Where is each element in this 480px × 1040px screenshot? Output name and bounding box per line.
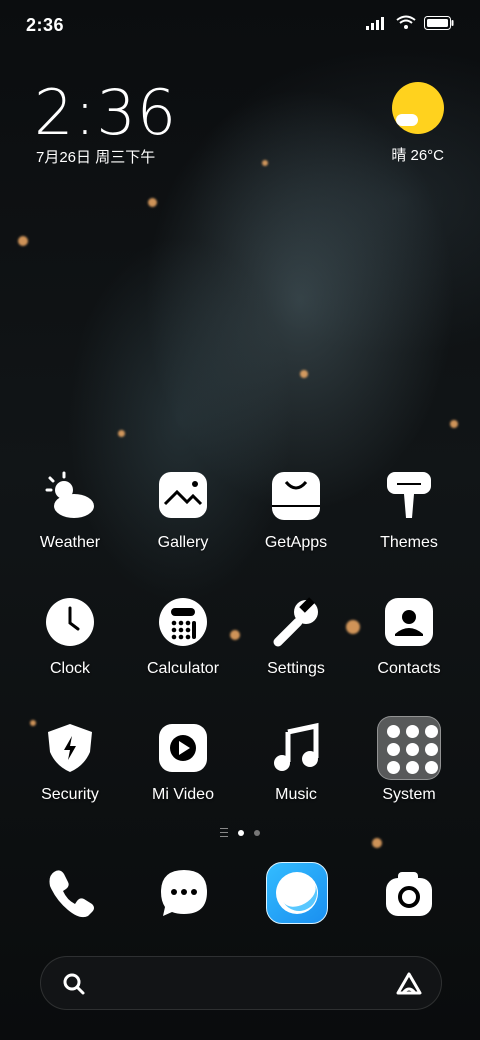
page-dot-current	[238, 829, 244, 836]
weather-widget[interactable]: 晴 26°C	[384, 82, 444, 172]
app-security[interactable]: Security	[14, 722, 126, 832]
dock-browser[interactable]	[266, 862, 328, 924]
app-calculator[interactable]: Calculator	[127, 596, 239, 706]
sunny-cloud-icon	[392, 82, 444, 134]
app-label: Security	[41, 786, 99, 803]
app-label: GetApps	[264, 534, 328, 551]
app-settings[interactable]: Settings	[240, 596, 352, 706]
shield-icon	[44, 722, 96, 774]
weather-condition-temp: 晴 26°C	[391, 147, 444, 164]
assistant-icon[interactable]	[395, 971, 423, 997]
page-indicator[interactable]	[0, 828, 480, 837]
wrench-icon	[270, 596, 322, 648]
camera-icon	[386, 872, 432, 916]
page-list-icon	[220, 828, 228, 837]
app-getapps[interactable]: GetApps	[240, 470, 352, 580]
app-mi-video[interactable]: Mi Video	[127, 722, 239, 832]
wifi-icon	[396, 15, 416, 29]
background-bokeh	[450, 420, 458, 428]
app-label: Settings	[267, 660, 325, 677]
status-bar: 2:36	[0, 0, 480, 50]
search-icon[interactable]	[61, 971, 87, 997]
dock-camera[interactable]	[378, 862, 440, 924]
dock-phone[interactable]	[40, 862, 102, 924]
phone-icon	[49, 870, 94, 918]
clock-widget-time[interactable]: 2:36	[34, 76, 177, 149]
play-icon	[157, 722, 209, 774]
battery-icon	[424, 15, 454, 30]
folder-grid	[377, 716, 441, 780]
app-label: Clock	[49, 660, 90, 677]
app-label: Mi Video	[152, 786, 214, 803]
status-time: 2:36	[26, 15, 65, 35]
app-music[interactable]: Music	[240, 722, 352, 832]
app-label: Weather	[39, 534, 101, 551]
app-gallery[interactable]: Gallery	[127, 470, 239, 580]
cloud-icon	[396, 114, 418, 126]
app-clock[interactable]: Clock	[14, 596, 126, 706]
gallery-icon	[157, 470, 209, 522]
background-bokeh	[118, 430, 125, 437]
dock-messages[interactable]	[153, 862, 215, 924]
background-bokeh	[148, 198, 157, 207]
browser-icon	[266, 862, 328, 924]
app-label: Music	[275, 786, 317, 803]
message-icon	[161, 870, 207, 916]
calculator-icon	[157, 596, 209, 648]
clock-widget-date: 7月26日 周三下午	[36, 149, 156, 166]
page-dot	[254, 829, 260, 836]
background-bokeh	[300, 370, 308, 378]
app-label: Calculator	[146, 660, 220, 677]
themes-icon	[383, 470, 435, 522]
getapps-icon	[270, 470, 322, 522]
background-bokeh	[262, 160, 268, 166]
folder-icon	[377, 716, 441, 780]
app-label: Contacts	[377, 660, 441, 677]
weather-icon	[44, 470, 96, 522]
contact-icon	[383, 596, 435, 648]
clock-icon	[44, 596, 96, 648]
app-label: Themes	[380, 534, 438, 551]
app-themes[interactable]: Themes	[353, 470, 465, 580]
search-bar[interactable]	[40, 956, 442, 1010]
background-bokeh	[18, 236, 28, 246]
status-icons	[366, 15, 454, 30]
app-label: Gallery	[157, 534, 209, 551]
signal-icon	[366, 16, 384, 30]
app-contacts[interactable]: Contacts	[353, 596, 465, 706]
background-bokeh	[372, 838, 382, 848]
app-label: System	[382, 786, 436, 803]
music-note-icon	[270, 722, 322, 774]
app-weather[interactable]: Weather	[14, 470, 126, 580]
app-system-folder[interactable]: System	[353, 716, 465, 832]
